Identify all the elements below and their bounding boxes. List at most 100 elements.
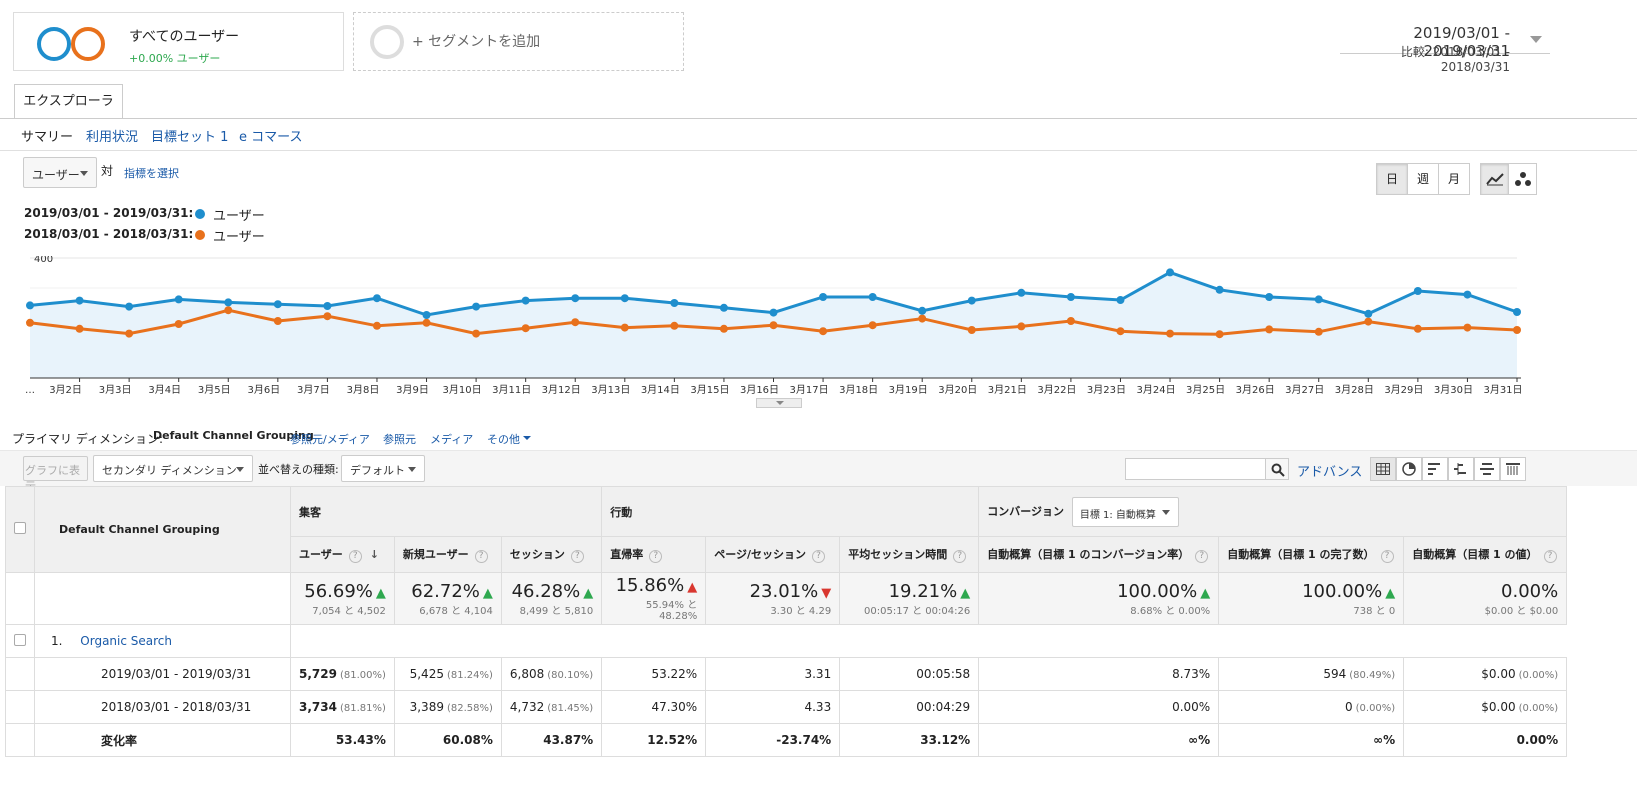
- view-term-cloud-button[interactable]: [1474, 457, 1500, 481]
- data-point-current: [125, 302, 134, 311]
- subnav-ecommerce[interactable]: e コマース: [239, 126, 302, 145]
- help-icon[interactable]: ?: [812, 550, 826, 563]
- table-search-input[interactable]: [1125, 458, 1266, 480]
- subnav-usage[interactable]: 利用状況: [86, 126, 138, 145]
- data-point-current: [224, 298, 233, 307]
- month-button[interactable]: 月: [1438, 163, 1470, 195]
- data-point-previous: [1166, 329, 1175, 338]
- total-change-value: 100.00%: [1117, 580, 1198, 602]
- total-compare-values: 738 と 0: [1353, 605, 1396, 617]
- col-bounce-rate-header[interactable]: 直帰率?: [601, 536, 707, 573]
- col-sessions-cell: 4,732 (81.45%): [500, 690, 603, 724]
- data-point-previous: [472, 329, 481, 338]
- col-sessions-header[interactable]: セッション?: [500, 536, 603, 573]
- line-chart-toggle[interactable]: [1480, 163, 1509, 195]
- x-tick-label: 3月25日: [1186, 384, 1225, 396]
- col-new-users-header[interactable]: 新規ユーザー?: [393, 536, 502, 573]
- chart-collapse-handle[interactable]: [756, 398, 802, 408]
- row-checkbox-cell[interactable]: [5, 624, 35, 658]
- data-point-current: [967, 296, 976, 305]
- search-button[interactable]: [1265, 458, 1289, 480]
- sort-desc-icon[interactable]: ↓: [370, 548, 379, 561]
- chevron-down-icon: [408, 466, 416, 472]
- x-tick-label: 3月29日: [1384, 384, 1423, 396]
- x-tick-label: 3月27日: [1285, 384, 1324, 396]
- col-goal1-value-header[interactable]: 自動概算（目標 1 の値）?: [1403, 536, 1568, 573]
- segment-title: すべてのユーザー: [129, 29, 240, 45]
- data-point-previous: [1513, 326, 1521, 334]
- view-pivot-button[interactable]: [1500, 457, 1526, 481]
- data-point-previous: [769, 321, 778, 330]
- total-change-value: 62.72%: [411, 580, 480, 602]
- col-goal1-conv-rate-header[interactable]: 自動概算（目標 1 のコンバージョン率）?: [978, 536, 1220, 573]
- help-icon[interactable]: ?: [1543, 550, 1557, 563]
- col-users-cell: 53.43%: [290, 723, 395, 757]
- cell-value: 53.22%: [651, 667, 698, 681]
- help-icon[interactable]: ?: [649, 550, 663, 563]
- data-point-current: [1413, 287, 1422, 295]
- data-point-current: [1265, 293, 1274, 301]
- col-goal1-value-cell: $0.00 (0.00%): [1403, 690, 1568, 724]
- segment-all-users[interactable]: すべてのユーザー +0.00% ユーザー: [13, 12, 344, 71]
- col-goal1-conv-rate-cell: 0.00%: [978, 690, 1220, 724]
- help-icon[interactable]: ?: [1195, 550, 1209, 563]
- view-performance-button[interactable]: [1422, 457, 1448, 481]
- dimension-source[interactable]: 参照元: [383, 431, 416, 447]
- help-icon[interactable]: ?: [474, 550, 488, 563]
- col-goal1-conv-rate-label: 自動概算（目標 1 のコンバージョン率）: [987, 548, 1190, 561]
- dimension-header[interactable]: Default Channel Grouping: [34, 486, 291, 573]
- col-goal1-completions-header[interactable]: 自動概算（目標 1 の完了数）?: [1218, 536, 1405, 573]
- add-segment-button[interactable]: + セグメントを追加: [353, 12, 684, 71]
- goal-select[interactable]: 目標 1: 自動概算: [1071, 496, 1179, 527]
- dimension-other[interactable]: その他: [487, 431, 520, 447]
- arrow-up-green-icon: ▲: [583, 585, 594, 601]
- tab-explorer[interactable]: エクスプローラ: [14, 84, 123, 119]
- cell-value: 0.00%: [1516, 733, 1559, 747]
- help-icon[interactable]: ?: [348, 550, 362, 563]
- col-pages-per-session-header[interactable]: ページ/セッション?: [705, 536, 841, 573]
- legend-period-previous: 2018/03/01 - 2018/03/31:: [24, 227, 194, 241]
- col-avg-session-duration-header[interactable]: 平均セッション時間?: [839, 536, 980, 573]
- help-icon[interactable]: ?: [953, 550, 967, 563]
- pivot-icon: [1506, 463, 1520, 475]
- x-tick-label: 3月7日: [297, 384, 330, 396]
- metric-select[interactable]: ユーザー: [23, 157, 97, 188]
- col-users-total: 56.69% ▲ 7,054 と 4,502: [290, 572, 395, 625]
- date-range-picker[interactable]: 2019/03/01 - 2019/03/31 比較: 2018/03/01 -…: [1340, 8, 1550, 74]
- col-users-header[interactable]: ユーザー? ↓: [290, 536, 395, 573]
- cell-percent: (81.24%): [446, 670, 493, 681]
- select-metric-link[interactable]: 指標を選択: [124, 165, 179, 181]
- week-button[interactable]: 週: [1407, 163, 1439, 195]
- select-all-cell[interactable]: [5, 486, 35, 573]
- day-button[interactable]: 日: [1376, 163, 1408, 195]
- x-tick-label: 3月30日: [1434, 384, 1473, 396]
- help-icon[interactable]: ?: [570, 550, 584, 563]
- col-goal1-conv-rate-cell: 8.73%: [978, 657, 1220, 691]
- x-tick-label: 3月26日: [1236, 384, 1275, 396]
- data-point-previous: [719, 324, 728, 333]
- motion-chart-toggle[interactable]: [1508, 163, 1537, 195]
- dimension-source-medium[interactable]: 参照元/メディア: [290, 431, 370, 447]
- col-goal1-conv-rate-total: 100.00% ▲ 8.68% と 0.00%: [978, 572, 1220, 625]
- x-tick-label: 3月18日: [839, 384, 878, 396]
- select-all-checkbox[interactable]: [14, 522, 26, 534]
- secondary-dimension-select[interactable]: セカンダリ ディメンション: [93, 455, 253, 482]
- channel-empty-cell: [289, 624, 1567, 658]
- col-goal1-value-label: 自動概算（目標 1 の値）: [1412, 548, 1538, 561]
- subnav-summary[interactable]: サマリー: [21, 126, 73, 145]
- dimension-medium[interactable]: メディア: [430, 431, 473, 447]
- data-point-current: [1314, 295, 1323, 304]
- sort-type-select[interactable]: デフォルト: [341, 455, 425, 482]
- legend-dot-previous: [195, 230, 205, 240]
- row-checkbox[interactable]: [14, 633, 26, 646]
- help-icon[interactable]: ?: [1380, 550, 1394, 563]
- view-pie-button[interactable]: [1396, 457, 1422, 481]
- x-tick-label: 3月10日: [443, 384, 482, 396]
- group-behavior: 行動: [601, 486, 980, 537]
- advanced-link[interactable]: アドバンス: [1297, 461, 1362, 480]
- view-comparison-button[interactable]: [1448, 457, 1474, 481]
- plot-rows-button[interactable]: グラフに表示: [23, 456, 88, 493]
- channel-organic-search[interactable]: Organic Search: [80, 634, 172, 648]
- subnav-goal-set-1[interactable]: 目標セット 1: [151, 126, 228, 145]
- view-table-button[interactable]: [1370, 457, 1396, 481]
